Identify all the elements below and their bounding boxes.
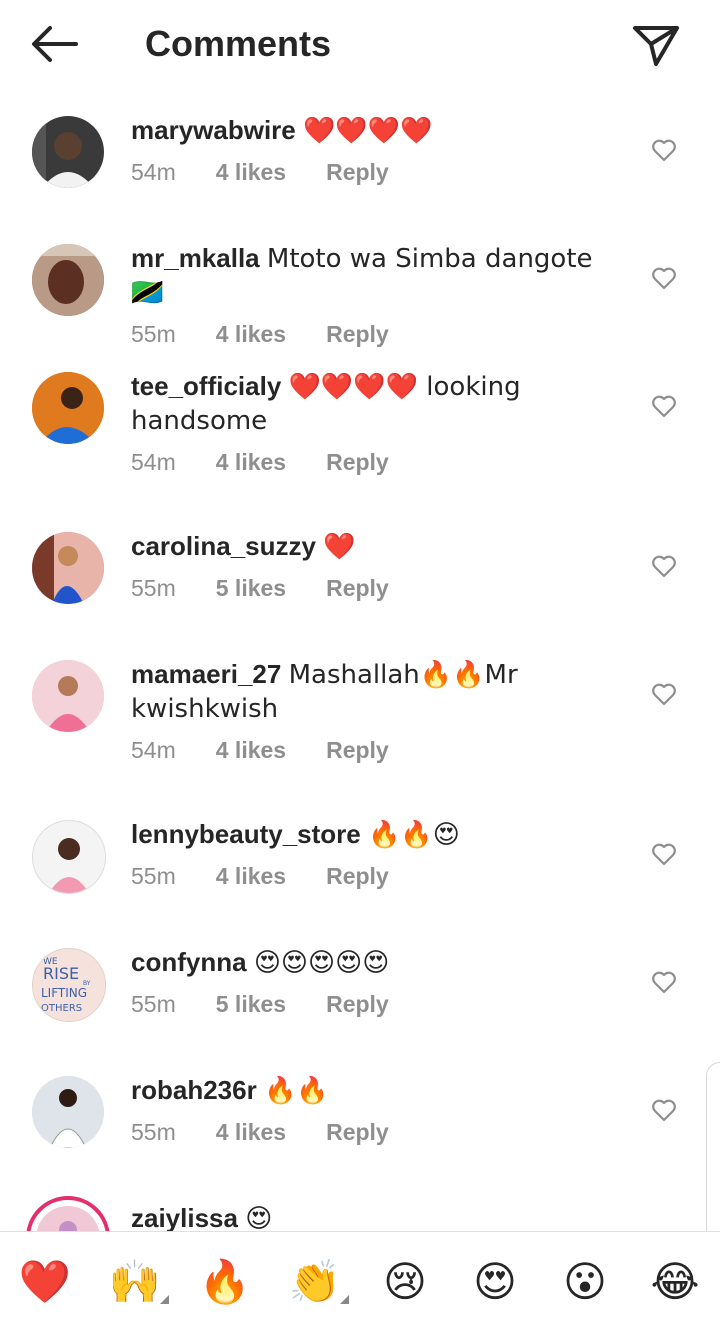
comment-list[interactable]: marywabwire ❤️❤️❤️❤️ 54m 4 likes Reply mr_… <box>0 100 720 1231</box>
like-button[interactable] <box>651 970 677 994</box>
heart-outline-icon <box>652 971 676 994</box>
like-button[interactable] <box>651 394 677 418</box>
avatar[interactable] <box>32 532 104 604</box>
header: Comments <box>0 0 720 90</box>
username[interactable]: tee_officialy <box>131 371 281 401</box>
username[interactable]: robah236r <box>131 1075 257 1105</box>
heart-outline-icon <box>652 555 676 578</box>
avatar[interactable]: WE RISE BY LIFTING OTHERS <box>32 948 106 1022</box>
comment-text: 🔥🔥 <box>263 1076 329 1106</box>
comment-text: 🔥🔥😍 <box>367 820 460 850</box>
timestamp: 55m <box>131 575 176 601</box>
likes-count[interactable]: 5 likes <box>216 573 286 603</box>
skin-tone-indicator <box>160 1295 169 1304</box>
likes-count[interactable]: 4 likes <box>216 157 286 187</box>
reaction-red-heart[interactable]: ❤️ <box>17 1254 73 1310</box>
heart-outline-icon <box>652 683 676 706</box>
avatar-text: OTHERS <box>41 1003 82 1014</box>
reply-button[interactable]: Reply <box>326 447 389 477</box>
quick-reactions-bar: ❤️ 🙌 🔥 👏 😢 😍 😮 😂 <box>0 1231 720 1319</box>
like-button[interactable] <box>651 266 677 290</box>
timestamp: 55m <box>131 991 176 1017</box>
reply-button[interactable]: Reply <box>326 319 389 349</box>
like-button[interactable] <box>651 682 677 706</box>
like-button[interactable] <box>651 842 677 866</box>
comment-text: 😍 <box>245 1204 273 1231</box>
comment-text: ❤️❤️❤️❤️ <box>302 116 433 146</box>
arrow-left-icon <box>32 26 78 62</box>
reply-button[interactable]: Reply <box>326 989 389 1019</box>
reply-button[interactable]: Reply <box>326 861 389 891</box>
comment-text: 😍😍😍😍😍 <box>253 948 390 978</box>
like-button[interactable] <box>651 138 677 162</box>
timestamp: 54m <box>131 449 176 475</box>
reaction-emoji: 👏 <box>288 1257 342 1306</box>
reaction-clapping-hands[interactable]: 👏 <box>287 1254 349 1310</box>
avatar[interactable] <box>32 116 104 188</box>
likes-count[interactable]: 4 likes <box>216 319 286 349</box>
reaction-raising-hands[interactable]: 🙌 <box>107 1254 169 1310</box>
share-button[interactable] <box>630 20 682 70</box>
like-button[interactable] <box>651 554 677 578</box>
heart-outline-icon <box>652 1099 676 1122</box>
avatar-text: LIFTING <box>41 986 87 1000</box>
username[interactable]: mr_mkalla <box>131 243 260 273</box>
skin-tone-indicator <box>340 1295 349 1304</box>
timestamp: 55m <box>131 321 176 347</box>
comment-text: ❤️ <box>323 532 356 562</box>
avatar[interactable] <box>32 244 104 316</box>
username[interactable]: zaiylissa <box>131 1203 238 1231</box>
likes-count[interactable]: 5 likes <box>216 989 286 1019</box>
back-button[interactable] <box>28 22 80 66</box>
heart-outline-icon <box>652 139 676 162</box>
reply-button[interactable]: Reply <box>326 157 389 187</box>
likes-count[interactable]: 4 likes <box>216 735 286 765</box>
avatar[interactable] <box>32 660 104 732</box>
reaction-crying-face[interactable]: 😢 <box>377 1254 433 1310</box>
avatar[interactable] <box>32 1076 104 1148</box>
paper-plane-icon <box>633 26 679 66</box>
reaction-tears-of-joy[interactable]: 😂 <box>647 1254 703 1310</box>
heart-outline-icon <box>652 843 676 866</box>
timestamp: 54m <box>131 737 176 763</box>
username[interactable]: mamaeri_27 <box>131 659 281 689</box>
avatar[interactable] <box>32 372 104 444</box>
reaction-heart-eyes[interactable]: 😍 <box>467 1254 523 1310</box>
likes-count[interactable]: 4 likes <box>216 861 286 891</box>
reply-button[interactable]: Reply <box>326 735 389 765</box>
username[interactable]: confynna <box>131 947 247 977</box>
likes-count[interactable]: 4 likes <box>216 1117 286 1147</box>
page-title: Comments <box>145 23 332 64</box>
timestamp: 55m <box>131 863 176 889</box>
reply-button[interactable]: Reply <box>326 573 389 603</box>
likes-count[interactable]: 4 likes <box>216 447 286 477</box>
avatar-text: RISE <box>43 964 79 983</box>
avatar[interactable] <box>26 1196 110 1231</box>
heart-outline-icon <box>652 395 676 418</box>
avatar[interactable] <box>32 820 106 894</box>
reaction-open-mouth[interactable]: 😮 <box>557 1254 613 1310</box>
username[interactable]: marywabwire <box>131 115 296 145</box>
timestamp: 54m <box>131 159 176 185</box>
like-button[interactable] <box>651 1098 677 1122</box>
reply-button[interactable]: Reply <box>326 1117 389 1147</box>
reaction-emoji: 🙌 <box>108 1257 162 1306</box>
reaction-fire[interactable]: 🔥 <box>197 1254 253 1310</box>
heart-outline-icon <box>652 267 676 290</box>
timestamp: 55m <box>131 1119 176 1145</box>
username[interactable]: carolina_suzzy <box>131 531 316 561</box>
username[interactable]: lennybeauty_store <box>131 819 361 849</box>
